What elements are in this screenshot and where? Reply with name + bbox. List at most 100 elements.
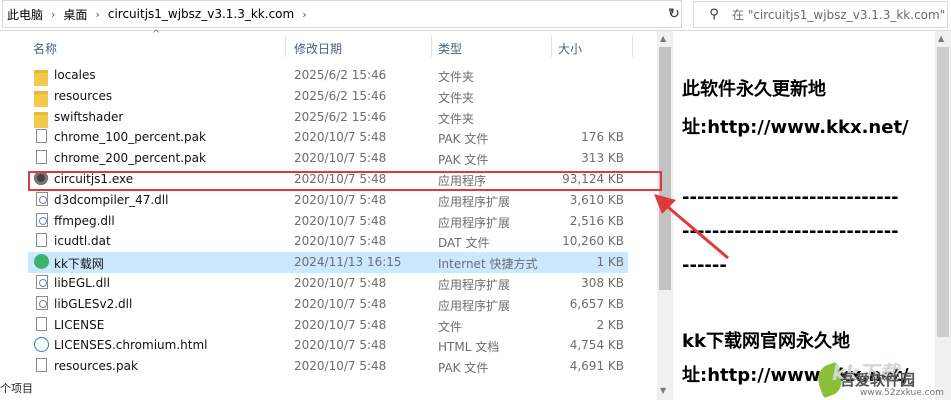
file-date: 2025/6/2 15:46 [294, 88, 387, 103]
file-type: Internet 快捷方式 [438, 257, 538, 272]
scrollbar-thumb[interactable] [937, 47, 949, 337]
shortcut-icon [34, 254, 49, 270]
file-row[interactable]: ffmpeg.dll 2020/10/7 5:48 应用程序扩展 2,516 KB [28, 211, 628, 232]
preview-line: 址:http://www.kkx.net/ [682, 117, 909, 138]
file-type: 应用程序扩展 [438, 194, 511, 209]
file-icon [36, 129, 47, 144]
file-name: chrome_100_percent.pak [54, 130, 206, 145]
file-type: PAK 文件 [438, 132, 489, 147]
search-placeholder: 在 "circuitjs1_wjbsz_v3.1.3_kk.com" [732, 8, 946, 22]
file-row[interactable]: LICENSES.chromium.html 2020/10/7 5:48 HTML… [28, 335, 628, 356]
status-item-count: 个项目 [0, 382, 33, 395]
file-name: swiftshader [54, 109, 124, 124]
dll-icon [36, 212, 48, 227]
column-size[interactable]: 大小 [558, 40, 582, 57]
highlight-box [28, 171, 662, 191]
file-row[interactable]: locales 2025/6/2 15:46 文件夹 [28, 65, 628, 86]
scroll-down-icon[interactable]: ▼ [660, 386, 666, 395]
breadcrumb-desktop[interactable]: 桌面 [59, 6, 91, 23]
breadcrumb[interactable]: 此电脑 › 桌面 › circuitjs1_wjbsz_v3.1.3_kk.co… [2, 0, 682, 28]
file-type: DAT 文件 [438, 236, 490, 251]
file-name: LICENSES.chromium.html [54, 338, 208, 353]
breadcrumb-this-pc[interactable]: 此电脑 [3, 6, 47, 23]
file-icon [36, 316, 47, 331]
file-size: 10,260 KB [562, 234, 624, 249]
file-size: 6,657 KB [569, 296, 624, 311]
file-list: ^ 名称 修改日期 类型 大小 locales 2025/6/2 15:46 文件夹… [0, 29, 657, 400]
file-name: resources [54, 88, 113, 103]
folder-icon [34, 70, 48, 86]
scroll-up-icon[interactable]: ▲ [660, 34, 666, 43]
annotation-arrow [654, 194, 729, 260]
file-type: HTML 文档 [438, 340, 500, 355]
file-size: 4,691 KB [569, 359, 624, 374]
file-date: 2025/6/2 15:46 [294, 109, 387, 124]
file-type: PAK 文件 [438, 361, 489, 376]
file-date: 2020/10/7 5:48 [294, 338, 387, 353]
file-date: 2020/10/7 5:48 [294, 192, 387, 207]
preview-line: kk下载网官网永久地 [682, 331, 850, 352]
file-row[interactable]: chrome_200_percent.pak 2020/10/7 5:48 PAK … [28, 148, 628, 169]
html-icon [34, 337, 49, 353]
folder-icon [34, 111, 48, 128]
file-date: 2020/10/7 5:48 [294, 296, 387, 311]
file-name: icudtl.dat [54, 234, 111, 249]
file-type: PAK 文件 [438, 153, 489, 168]
file-row[interactable]: kk下载网 2024/11/13 16:15 Internet 快捷方式 1 KB [28, 252, 628, 274]
file-date: 2025/6/2 15:46 [294, 68, 387, 82]
address-bar: 此电脑 › 桌面 › circuitjs1_wjbsz_v3.1.3_kk.co… [0, 0, 951, 31]
file-date: 2024/11/13 16:15 [294, 255, 402, 270]
refresh-icon[interactable]: ↻ [664, 4, 684, 24]
dll-icon [36, 191, 48, 206]
preview-scrollbar[interactable]: ▲ [935, 31, 951, 400]
file-name: kk下载网 [54, 257, 104, 272]
file-name: chrome_200_percent.pak [54, 151, 206, 166]
file-row[interactable]: chrome_100_percent.pak 2020/10/7 5:48 PAK … [28, 127, 628, 148]
column-name[interactable]: 名称 [33, 40, 57, 57]
file-size: 2 KB [596, 317, 624, 332]
file-date: 2020/10/7 5:48 [294, 130, 387, 145]
file-date: 2020/10/7 5:48 [294, 317, 387, 332]
file-row[interactable]: resources.pak 2020/10/7 5:48 PAK 文件 4,691 K… [28, 356, 628, 377]
column-type[interactable]: 类型 [438, 40, 462, 57]
file-type: 应用程序扩展 [438, 278, 511, 292]
file-size: 1 KB [596, 255, 624, 270]
file-row[interactable]: resources 2025/6/2 15:46 文件夹 [28, 86, 628, 107]
file-row[interactable]: icudtl.dat 2020/10/7 5:48 DAT 文件 10,260 KB [28, 231, 628, 252]
dll-icon [36, 275, 48, 289]
watermark-text-2: 吾爱软件园 [840, 371, 916, 389]
chevron-right-icon[interactable]: › [298, 8, 310, 21]
file-date: 2020/10/7 5:48 [294, 234, 387, 249]
column-date[interactable]: 修改日期 [294, 40, 342, 57]
column-header: ^ 名称 修改日期 类型 大小 [0, 29, 657, 61]
scroll-up-icon[interactable]: ▲ [938, 34, 944, 43]
file-size: 176 KB [581, 130, 624, 145]
file-date: 2020/10/7 5:48 [294, 359, 387, 374]
watermark-logo: kk下载 吾爱软件园 www.52zxkue.com [810, 355, 950, 400]
file-type: 文件夹 [438, 70, 475, 84]
file-size: 313 KB [581, 151, 624, 166]
file-name: ffmpeg.dll [54, 213, 115, 228]
file-icon [36, 358, 47, 373]
file-name: libGLESv2.dll [54, 296, 133, 311]
file-type: 文件 [438, 319, 463, 334]
sort-up-icon: ^ [152, 29, 161, 40]
breadcrumb-current-folder[interactable]: circuitjs1_wjbsz_v3.1.3_kk.com [104, 7, 298, 21]
chevron-right-icon[interactable]: › [91, 8, 103, 21]
file-name: libEGL.dll [54, 276, 110, 290]
file-row[interactable]: LICENSE 2020/10/7 5:48 文件 2 KB [28, 315, 628, 336]
file-type: 应用程序扩展 [438, 215, 511, 230]
file-size: 308 KB [581, 276, 624, 290]
file-row[interactable]: d3dcompiler_47.dll 2020/10/7 5:48 应用程序扩展 3,… [28, 190, 628, 211]
file-size: 3,610 KB [569, 192, 624, 207]
file-name: resources.pak [54, 359, 138, 374]
file-row[interactable]: libGLESv2.dll 2020/10/7 5:48 应用程序扩展 6,657 K… [28, 294, 628, 315]
file-name: locales [54, 68, 96, 82]
file-name: d3dcompiler_47.dll [54, 192, 169, 207]
chevron-right-icon[interactable]: › [47, 8, 59, 21]
dll-icon [36, 295, 48, 310]
file-row[interactable]: swiftshader 2025/6/2 15:46 文件夹 [28, 107, 628, 128]
file-row[interactable]: libEGL.dll 2020/10/7 5:48 应用程序扩展 308 KB [28, 273, 628, 294]
search-input[interactable]: ⚲ 在 "circuitjs1_wjbsz_v3.1.3_kk.com" [693, 1, 948, 28]
file-icon [36, 233, 47, 248]
